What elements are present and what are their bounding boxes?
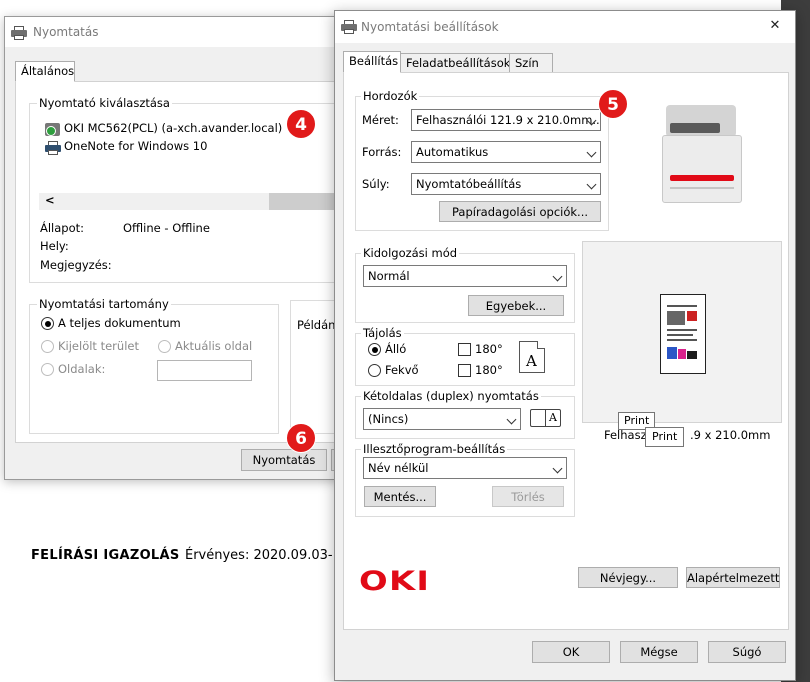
printer-icon (341, 20, 357, 34)
chevron-down-icon (586, 179, 597, 190)
range-current-label: Aktuális oldal (175, 339, 253, 353)
tab-settings[interactable]: Beállítás (343, 51, 401, 73)
print-button[interactable]: Nyomtatás (241, 449, 327, 471)
chevron-down-icon (506, 414, 517, 425)
preview-caption-left: Felhasz (604, 428, 647, 442)
cancel-button[interactable]: Mégse (620, 641, 698, 663)
save-button[interactable]: Mentés... (364, 486, 436, 507)
preview-caption-right: .9 x 210.0mm (690, 428, 771, 442)
weight-select[interactable]: Nyomtatóbeállítás (411, 173, 601, 195)
preview-page (660, 294, 706, 374)
radio-all-document[interactable] (41, 317, 54, 330)
driver-settings-select[interactable]: Név nélkül (363, 457, 567, 479)
landscape-label: Fekvő (385, 363, 419, 377)
radio-pages[interactable] (41, 363, 54, 376)
location-label: Hely: (40, 239, 69, 253)
close-icon[interactable]: ✕ (753, 11, 797, 43)
ok-button[interactable]: OK (532, 641, 610, 663)
tab-general[interactable]: Általános (15, 61, 75, 82)
range-pages-label: Oldalak: (58, 362, 106, 376)
tooltip-print-secondary: Print (645, 427, 685, 447)
preferences-title: Nyomtatási beállítások (361, 20, 499, 34)
radio-current-page[interactable] (158, 340, 171, 353)
document-heading: FELÍRÁSI IGAZOLÁS (31, 548, 180, 563)
finishing-select[interactable]: Normál (363, 265, 567, 287)
chevron-down-icon (586, 147, 597, 158)
orientation-label: Tájolás (361, 326, 404, 340)
rotate-180-checkbox[interactable] (458, 343, 471, 356)
duplex-book-icon: A (530, 407, 564, 429)
radio-landscape[interactable] (368, 364, 381, 377)
rotate-180-landscape-checkbox[interactable] (458, 364, 471, 377)
page-orientation-icon: A (519, 341, 545, 373)
step-badge-4: 4 (286, 109, 316, 139)
size-select[interactable]: Felhasználói 121.9 x 210.0mm... (411, 109, 601, 131)
step-badge-5: 5 (598, 89, 628, 119)
printer-name-oki: OKI MC562(PCL) (a-xch.avander.local) (64, 121, 283, 135)
comment-label: Megjegyzés: (40, 258, 112, 272)
media-label: Hordozók (361, 89, 420, 103)
status-value: Offline - Offline (123, 221, 210, 235)
printer-image (662, 95, 746, 205)
print-dialog-title: Nyomtatás (33, 25, 99, 39)
range-selection-label: Kijelölt terület (58, 339, 139, 353)
printer-item-onenote[interactable]: OneNote for Windows 10 (45, 139, 345, 156)
source-select[interactable]: Automatikus (411, 141, 601, 163)
printing-preferences-dialog: Nyomtatási beállítások ✕ Beállítás Felad… (334, 10, 796, 681)
source-label: Forrás: (362, 145, 402, 159)
printer-icon (45, 141, 61, 155)
print-dialog-titlebar: Nyomtatás (5, 17, 343, 47)
printer-icon (11, 26, 27, 40)
oki-logo: OKI (359, 566, 431, 597)
chevron-down-icon (552, 463, 563, 474)
pages-input[interactable] (157, 360, 252, 381)
duplex-select[interactable]: (Nincs) (363, 408, 521, 430)
size-label: Méret: (362, 113, 399, 127)
scroll-left-icon[interactable]: < (45, 193, 55, 207)
tab-color[interactable]: Szín (509, 53, 553, 73)
check-icon (46, 126, 56, 136)
driver-settings-label: Illesztőprogram-beállítás (361, 442, 508, 456)
weight-label: Súly: (362, 177, 390, 191)
rotate-180-label: 180° (475, 342, 503, 356)
printer-name-onenote: OneNote for Windows 10 (64, 139, 208, 153)
finishing-label: Kidolgozási mód (361, 246, 460, 260)
document-valid-date: Érvényes: 2020.09.03- (185, 548, 333, 563)
print-dialog: Nyomtatás Általános Nyomtató kiválasztás… (4, 16, 351, 480)
help-button[interactable]: Súgó (708, 641, 786, 663)
radio-portrait[interactable] (368, 343, 381, 356)
page-preview (582, 241, 782, 423)
chevron-down-icon (552, 271, 563, 282)
range-all-label: A teljes dokumentum (58, 316, 181, 330)
tab-job-options[interactable]: Feladatbeállítások (400, 53, 510, 73)
defaults-button[interactable]: Alapértelmezett (686, 567, 780, 588)
paper-options-button[interactable]: Papíradagolási opciók... (439, 201, 601, 222)
step-badge-6: 6 (286, 423, 316, 453)
delete-button[interactable]: Törlés (492, 486, 564, 507)
status-label: Állapot: (40, 221, 85, 235)
preferences-titlebar: Nyomtatási beállítások ✕ (335, 11, 795, 43)
portrait-label: Álló (385, 342, 407, 356)
horizontal-scrollbar[interactable]: < (39, 193, 346, 210)
print-range-label: Nyomtatási tartomány (37, 297, 171, 311)
about-button[interactable]: Névjegy... (578, 567, 678, 588)
others-button[interactable]: Egyebek... (468, 295, 564, 316)
printer-selection-label: Nyomtató kiválasztása (37, 96, 172, 110)
duplex-label: Kétoldalas (duplex) nyomtatás (361, 389, 541, 403)
settings-panel: Hordozók Méret: Felhasználói 121.9 x 210… (343, 72, 789, 630)
rotate-180-landscape-label: 180° (475, 363, 503, 377)
radio-selection[interactable] (41, 340, 54, 353)
